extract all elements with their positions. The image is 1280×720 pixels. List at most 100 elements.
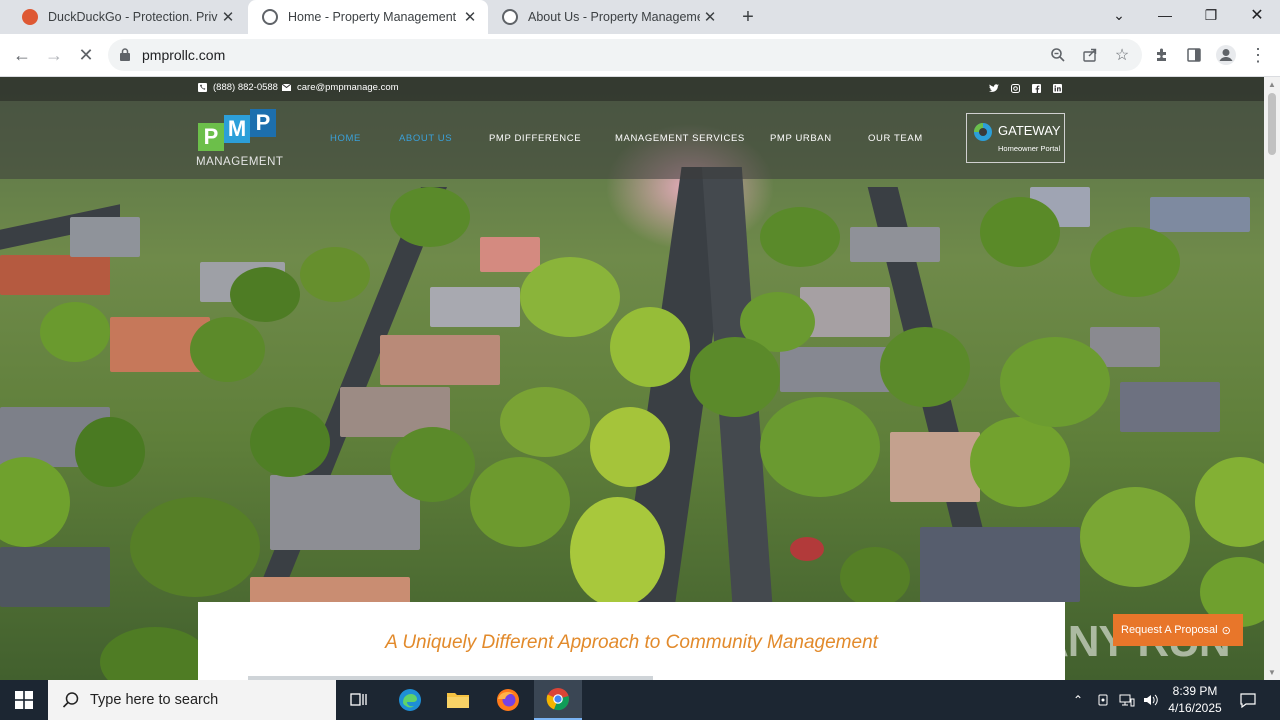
profile-avatar[interactable] — [1212, 41, 1240, 69]
house-roof — [1150, 197, 1250, 232]
tree — [880, 327, 970, 407]
search-icon — [62, 692, 79, 708]
logo-letter-m: M — [224, 115, 250, 143]
taskbar-search-box[interactable]: Type here to search — [48, 680, 336, 720]
gateway-title: GATEWAY — [998, 123, 1061, 138]
nav-pmp-difference[interactable]: PMP DIFFERENCE — [489, 133, 581, 144]
task-view-icon[interactable] — [336, 680, 384, 720]
minimize-button[interactable]: — — [1142, 0, 1188, 30]
tree — [40, 302, 110, 362]
house-roof — [430, 287, 520, 327]
window-close-button[interactable]: ✕ — [1234, 0, 1280, 30]
tree — [190, 317, 265, 382]
gateway-subtitle: Homeowner Portal — [998, 144, 1061, 153]
network-icon[interactable] — [1116, 680, 1138, 720]
pmp-logo[interactable]: P M P MANAGEMENT — [196, 109, 284, 171]
close-icon[interactable]: ✕ — [700, 7, 720, 27]
scroll-thumb[interactable] — [1268, 93, 1276, 155]
tree — [590, 407, 670, 487]
twitter-icon[interactable] — [988, 83, 999, 94]
loading-favicon-icon — [262, 9, 278, 25]
address-bar[interactable]: pmprollc.com ☆ — [108, 39, 1142, 71]
url-text: pmprollc.com — [142, 47, 226, 63]
nav-our-team[interactable]: OUR TEAM — [868, 133, 923, 144]
tree — [100, 627, 210, 680]
email-contact[interactable]: care@pmpmanage.com — [282, 82, 399, 93]
close-icon[interactable]: ✕ — [218, 7, 238, 27]
proposal-label: Request A Proposal — [1121, 624, 1218, 636]
close-icon[interactable]: ✕ — [460, 7, 480, 27]
browser-toolbar: ← → ✕ pmprollc.com ☆ ⋮ — [0, 34, 1280, 77]
tree — [760, 207, 840, 267]
linkedin-icon[interactable] — [1052, 83, 1063, 94]
instagram-icon[interactable] — [1010, 83, 1021, 94]
tree — [130, 497, 260, 597]
zoom-icon[interactable] — [1046, 43, 1070, 67]
phone-icon — [198, 83, 207, 92]
duckduckgo-favicon-icon — [22, 9, 38, 25]
tab-home[interactable]: Home - Property Management Professionals… — [248, 0, 488, 34]
stop-loading-button[interactable]: ✕ — [72, 41, 100, 69]
house-roof — [380, 335, 500, 385]
tree — [0, 457, 70, 547]
house-roof — [890, 432, 980, 502]
forward-button[interactable]: → — [40, 41, 68, 69]
new-tab-button[interactable]: + — [736, 5, 760, 29]
lock-icon — [120, 48, 130, 61]
nav-about-us[interactable]: ABOUT US — [399, 133, 452, 144]
house-roof — [850, 227, 940, 262]
device-icon[interactable] — [1094, 680, 1112, 720]
page-scrollbar[interactable]: ▲ ▼ — [1264, 77, 1280, 680]
side-panel-icon[interactable] — [1180, 41, 1208, 69]
file-explorer-icon[interactable] — [434, 680, 482, 720]
tree — [390, 187, 470, 247]
tab-search-chevron-icon[interactable]: ⌄ — [1096, 0, 1142, 30]
nav-management-services[interactable]: MANAGEMENT SERVICES — [615, 133, 745, 144]
nav-home[interactable]: HOME — [330, 133, 361, 144]
contact-info-bar: (888) 882-0588 care@pmpmanage.com — [0, 77, 1264, 101]
logo-letter-p: P — [250, 109, 276, 137]
site-navbar: P M P MANAGEMENT HOME ABOUT US PMP DIFFE… — [0, 101, 1264, 179]
system-clock[interactable]: 8:39 PM 4/16/2025 — [1160, 683, 1230, 717]
back-button[interactable]: ← — [8, 41, 36, 69]
scroll-up-arrow-icon[interactable]: ▲ — [1268, 80, 1276, 89]
gateway-homeowner-portal-button[interactable]: GATEWAY Homeowner Portal — [966, 113, 1065, 163]
chrome-icon[interactable] — [534, 680, 582, 720]
tree — [230, 267, 300, 322]
tree — [1195, 457, 1264, 547]
email-icon — [282, 83, 291, 92]
trampoline — [790, 537, 824, 561]
tray-chevron-up-icon[interactable]: ⌃ — [1068, 680, 1088, 720]
edge-browser-icon[interactable] — [386, 680, 434, 720]
house-roof — [70, 217, 140, 257]
restore-button[interactable]: ❐ — [1188, 0, 1234, 30]
logo-subtitle: MANAGEMENT — [196, 156, 284, 168]
request-proposal-button[interactable]: Request A Proposal ⊙ — [1113, 614, 1243, 646]
tree — [75, 417, 145, 487]
arrow-circle-icon: ⊙ — [1221, 624, 1231, 637]
windows-taskbar: Type here to search ⌃ 8:39 PM 4/16/2025 — [0, 680, 1280, 720]
share-icon[interactable] — [1078, 43, 1102, 67]
notification-icon[interactable] — [1234, 680, 1262, 720]
phone-number: (888) 882-0588 — [213, 82, 278, 93]
tree — [470, 457, 570, 547]
volume-icon[interactable] — [1140, 680, 1162, 720]
tab-about-us[interactable]: About Us - Property Management Professio… — [488, 0, 728, 34]
house-roof — [0, 547, 110, 607]
tree — [300, 247, 370, 302]
start-button[interactable] — [0, 680, 48, 720]
firefox-icon[interactable] — [484, 680, 532, 720]
tab-title: Home - Property Management Professionals — [288, 10, 460, 24]
menu-kebab-icon[interactable]: ⋮ — [1244, 41, 1272, 69]
intro-card: A Uniquely Different Approach to Communi… — [198, 602, 1065, 680]
clock-time: 8:39 PM — [1172, 684, 1218, 698]
logo-letter-p: P — [198, 123, 224, 151]
email-address: care@pmpmanage.com — [297, 82, 399, 93]
bookmark-star-icon[interactable]: ☆ — [1110, 43, 1134, 67]
scroll-down-arrow-icon[interactable]: ▼ — [1268, 668, 1276, 677]
facebook-icon[interactable] — [1031, 83, 1042, 94]
extensions-icon[interactable] — [1148, 41, 1176, 69]
nav-pmp-urban[interactable]: PMP URBAN — [770, 133, 832, 144]
tab-duckduckgo[interactable]: DuckDuckGo - Protection. Privacy. Peace … — [8, 0, 246, 34]
phone-contact[interactable]: (888) 882-0588 — [198, 82, 278, 93]
